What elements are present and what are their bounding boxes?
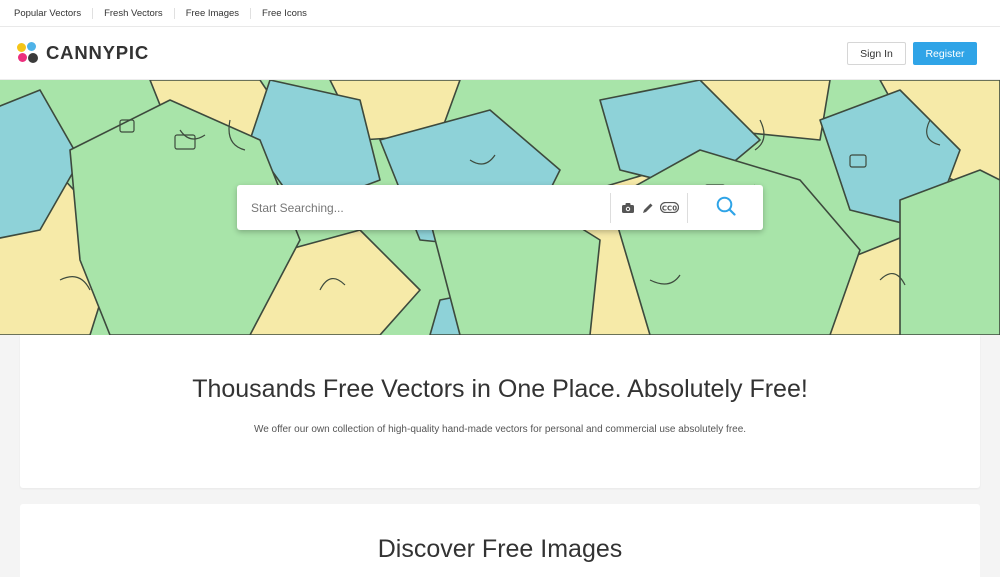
- search-divider-2: [687, 193, 688, 223]
- intro-subtitle: We offer our own collection of high-qual…: [253, 424, 747, 435]
- camera-icon[interactable]: [621, 200, 634, 215]
- discover-title: Discover Free Images: [377, 535, 623, 563]
- nav-popular-vectors[interactable]: Popular Vectors: [14, 8, 92, 19]
- logo-text: CANNYPIC: [46, 42, 150, 63]
- svg-text:CC0: CC0: [661, 204, 676, 212]
- logo[interactable]: CANNYPIC: [17, 42, 149, 64]
- sign-in-button[interactable]: Sign In: [847, 42, 906, 65]
- intro-title: Thousands Free Vectors in One Place. Abs…: [192, 375, 808, 403]
- discover-section: Discover Free Images: [20, 504, 980, 577]
- register-button[interactable]: Register: [913, 42, 977, 65]
- nav-free-images[interactable]: Free Images: [173, 7, 250, 19]
- search-button[interactable]: [689, 185, 763, 230]
- logo-mark-icon: [17, 42, 39, 64]
- nav-fresh-vectors[interactable]: Fresh Vectors: [92, 7, 174, 19]
- search-divider: [610, 193, 611, 223]
- top-nav: Popular Vectors Fresh Vectors Free Image…: [0, 0, 1000, 27]
- search-input[interactable]: [251, 197, 601, 218]
- cc0-icon[interactable]: CC0: [659, 200, 679, 215]
- nav-free-icons[interactable]: Free Icons: [250, 7, 318, 19]
- search-icon: [716, 196, 736, 219]
- intro-section: Thousands Free Vectors in One Place. Abs…: [20, 335, 980, 488]
- pencil-icon[interactable]: [641, 200, 654, 215]
- site-header: CANNYPIC Sign In Register: [0, 27, 1000, 80]
- search-box: CC0: [237, 185, 763, 230]
